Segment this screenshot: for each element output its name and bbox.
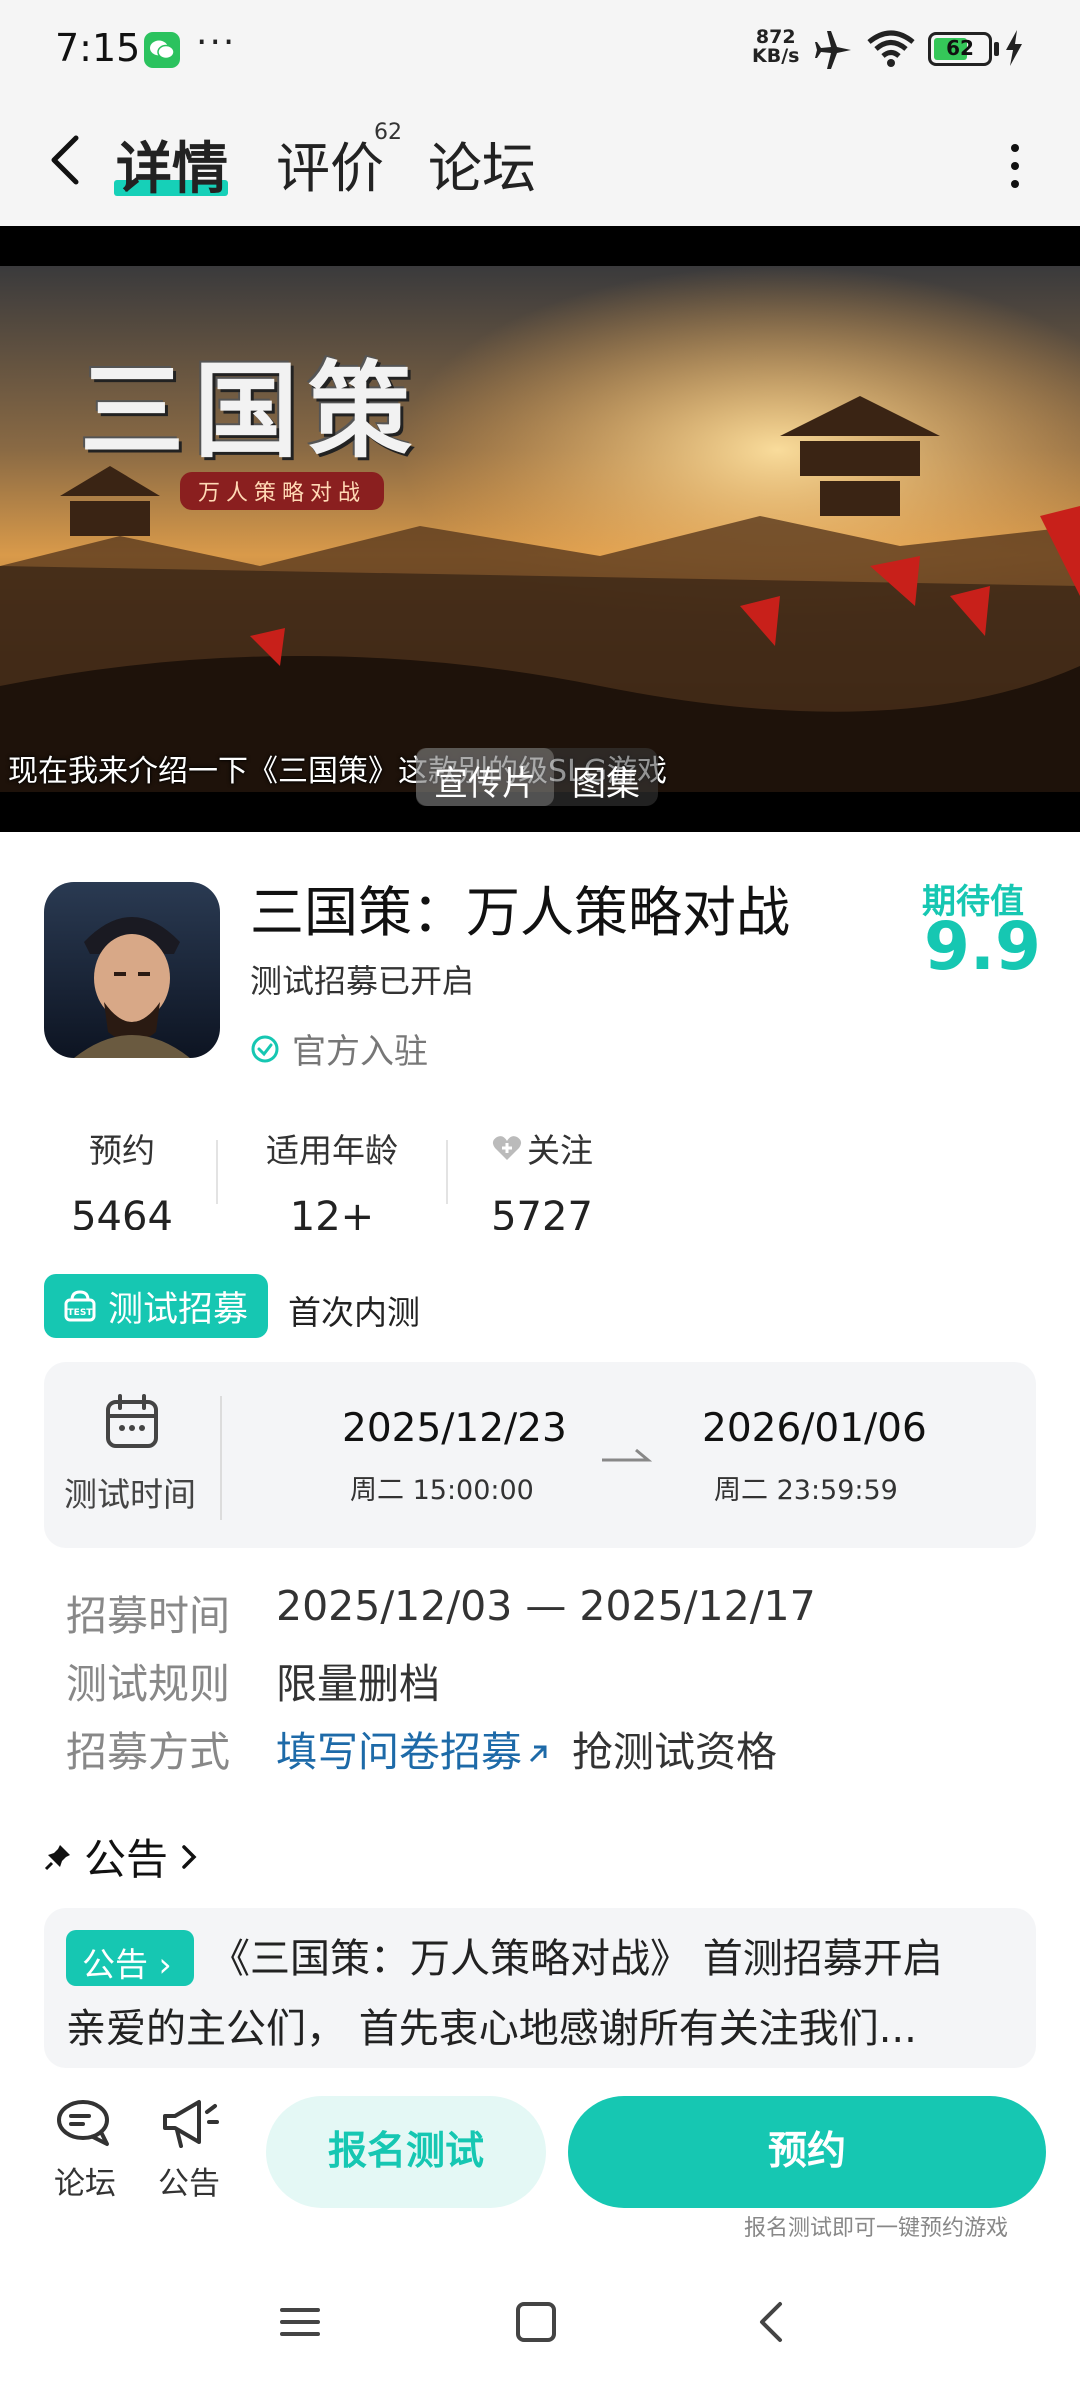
expect-score: 9.9 xyxy=(924,908,1041,985)
stat-label: 关注 xyxy=(527,1131,593,1170)
media-banner[interactable]: 三国策 万人策略对战 现在我来介绍一下《三国策》这款别的级SLG游戏 宣传片 图… xyxy=(0,226,1080,832)
questionnaire-link-label: 填写问卷招募 xyxy=(276,1728,522,1776)
test-start-date: 2025/12/23 xyxy=(342,1406,567,1451)
test-start-time: 周二 15:00:00 xyxy=(350,1475,534,1506)
wifi-icon xyxy=(867,30,915,67)
row-value: 限量删档 xyxy=(276,1660,440,1708)
bottom-action-bar: 论坛 公告 报名测试 预约 报名测试即可一键预约游戏 xyxy=(0,2070,1080,2260)
test-icon: TEST xyxy=(64,1290,96,1322)
stat-age: 适用年龄 12+ xyxy=(232,1124,432,1230)
home-icon[interactable] xyxy=(514,2300,558,2344)
game-title: 三国策：万人策略对战 xyxy=(250,881,790,944)
tab-trailer[interactable]: 宣传片 xyxy=(416,748,554,806)
signup-test-button[interactable]: 报名测试 xyxy=(266,2096,546,2208)
announcement-body: 亲爱的主公们， 首先衷心地感谢所有关注我们... xyxy=(66,2006,917,2052)
row-label: 测试规则 xyxy=(66,1660,230,1708)
row-label: 招募时间 xyxy=(66,1592,230,1640)
stat-reservations: 预约 5464 xyxy=(22,1124,222,1230)
back-icon[interactable] xyxy=(42,130,92,190)
official-label: 官方入驻 xyxy=(292,1032,428,1072)
row-value: 2025/12/03 — 2025/12/17 xyxy=(276,1582,816,1630)
notice-shortcut[interactable]: 公告 xyxy=(144,2098,234,2203)
arrow-right-icon xyxy=(602,1448,652,1462)
heart-plus-icon xyxy=(492,1136,522,1160)
net-speed: 872 KB/s xyxy=(752,28,799,66)
megaphone-icon xyxy=(163,2100,219,2148)
test-end-time: 周二 23:59:59 xyxy=(714,1475,898,1506)
forum-shortcut[interactable]: 论坛 xyxy=(40,2098,130,2203)
announcement-card[interactable]: 公告 › 《三国策：万人策略对战》 首测招募开启 亲爱的主公们， 首先衷心地感谢… xyxy=(44,1908,1036,2068)
wechat-icon xyxy=(144,32,180,68)
pin-icon xyxy=(44,1844,70,1870)
test-recruit-badge: TEST 测试招募 xyxy=(44,1274,268,1338)
official-badge: 官方入驻 xyxy=(250,1024,428,1073)
battery-icon: 62 xyxy=(928,32,992,66)
reserve-button[interactable]: 预约 xyxy=(568,2096,1046,2208)
stat-follows[interactable]: 关注 5727 xyxy=(442,1124,642,1230)
svg-text:TEST: TEST xyxy=(68,1308,94,1318)
recruit-time-row: 招募时间 2025/12/03 — 2025/12/17 xyxy=(66,1582,816,1642)
divider xyxy=(216,1140,218,1204)
announcement-heading: 公告 xyxy=(84,1835,169,1884)
chevron-right-icon xyxy=(182,1844,197,1869)
row-value: 抢测试资格 xyxy=(572,1728,777,1776)
review-count: 62 xyxy=(374,120,402,145)
more-vertical-icon[interactable] xyxy=(1000,136,1030,196)
game-logo-subtitle: 万人策略对战 xyxy=(180,472,385,510)
row-label: 招募方式 xyxy=(66,1728,230,1776)
menu-icon[interactable] xyxy=(278,2300,322,2344)
game-status: 测试招募已开启 xyxy=(250,962,475,1000)
test-time-label: 测试时间 xyxy=(64,1475,196,1514)
stat-value: 5464 xyxy=(71,1194,173,1230)
announcement-title: 《三国策：万人策略对战》 首测招募开启 xyxy=(210,1936,943,1982)
net-speed-unit: KB/s xyxy=(752,45,800,67)
tab-review[interactable]: 评价 xyxy=(276,124,384,203)
test-rule-row: 测试规则 限量删档 xyxy=(66,1650,440,1710)
forum-chat-icon xyxy=(57,2100,109,2146)
stat-value: 5727 xyxy=(491,1194,593,1230)
reserve-hint: 报名测试即可一键预约游戏 xyxy=(744,2216,1009,2241)
divider xyxy=(220,1396,222,1520)
recruit-method-row: 招募方式 填写问卷招募 抢测试资格 xyxy=(66,1718,777,1778)
tab-gallery[interactable]: 图集 xyxy=(554,748,658,806)
test-time-card: 测试时间 2025/12/23 周二 15:00:00 2026/01/06 周… xyxy=(44,1362,1036,1548)
game-app-icon xyxy=(44,882,220,1058)
external-arrow-icon xyxy=(529,1745,547,1763)
announcement-tag-label: 公告 xyxy=(82,1945,148,1984)
more-dots-icon: ··· xyxy=(196,22,237,63)
top-nav: 详情 评价 62 论坛 xyxy=(0,100,1080,226)
stat-label: 适用年龄 xyxy=(266,1131,398,1170)
back-nav-icon[interactable] xyxy=(750,2300,794,2344)
test-type: 首次内测 xyxy=(288,1293,420,1332)
announcement-tag: 公告 › xyxy=(66,1930,194,1986)
airplane-icon xyxy=(815,31,851,69)
calendar-icon xyxy=(106,1394,158,1448)
forum-shortcut-label: 论坛 xyxy=(54,2166,116,2202)
stat-label: 预约 xyxy=(89,1131,155,1170)
stat-value: 12+ xyxy=(289,1194,375,1230)
battery-tip xyxy=(994,42,999,56)
battery-level: 62 xyxy=(946,36,974,60)
charging-icon xyxy=(1006,30,1022,66)
status-bar: 7:15 ··· 872 KB/s 62 xyxy=(0,0,1080,100)
tab-detail[interactable]: 详情 xyxy=(116,124,228,205)
status-time: 7:15 xyxy=(55,26,141,70)
system-nav-bar xyxy=(0,2260,1080,2400)
questionnaire-link[interactable]: 填写问卷招募 xyxy=(276,1718,550,1778)
test-end-date: 2026/01/06 xyxy=(702,1406,927,1451)
game-logo: 三国策 xyxy=(80,349,423,472)
verified-check-icon xyxy=(251,1035,279,1062)
notice-shortcut-label: 公告 xyxy=(158,2166,220,2202)
media-switch: 宣传片 图集 xyxy=(416,748,658,806)
tab-forum[interactable]: 论坛 xyxy=(428,124,536,203)
announcement-header[interactable]: 公告 xyxy=(44,1826,214,1887)
test-badge-label: 测试招募 xyxy=(108,1289,249,1330)
